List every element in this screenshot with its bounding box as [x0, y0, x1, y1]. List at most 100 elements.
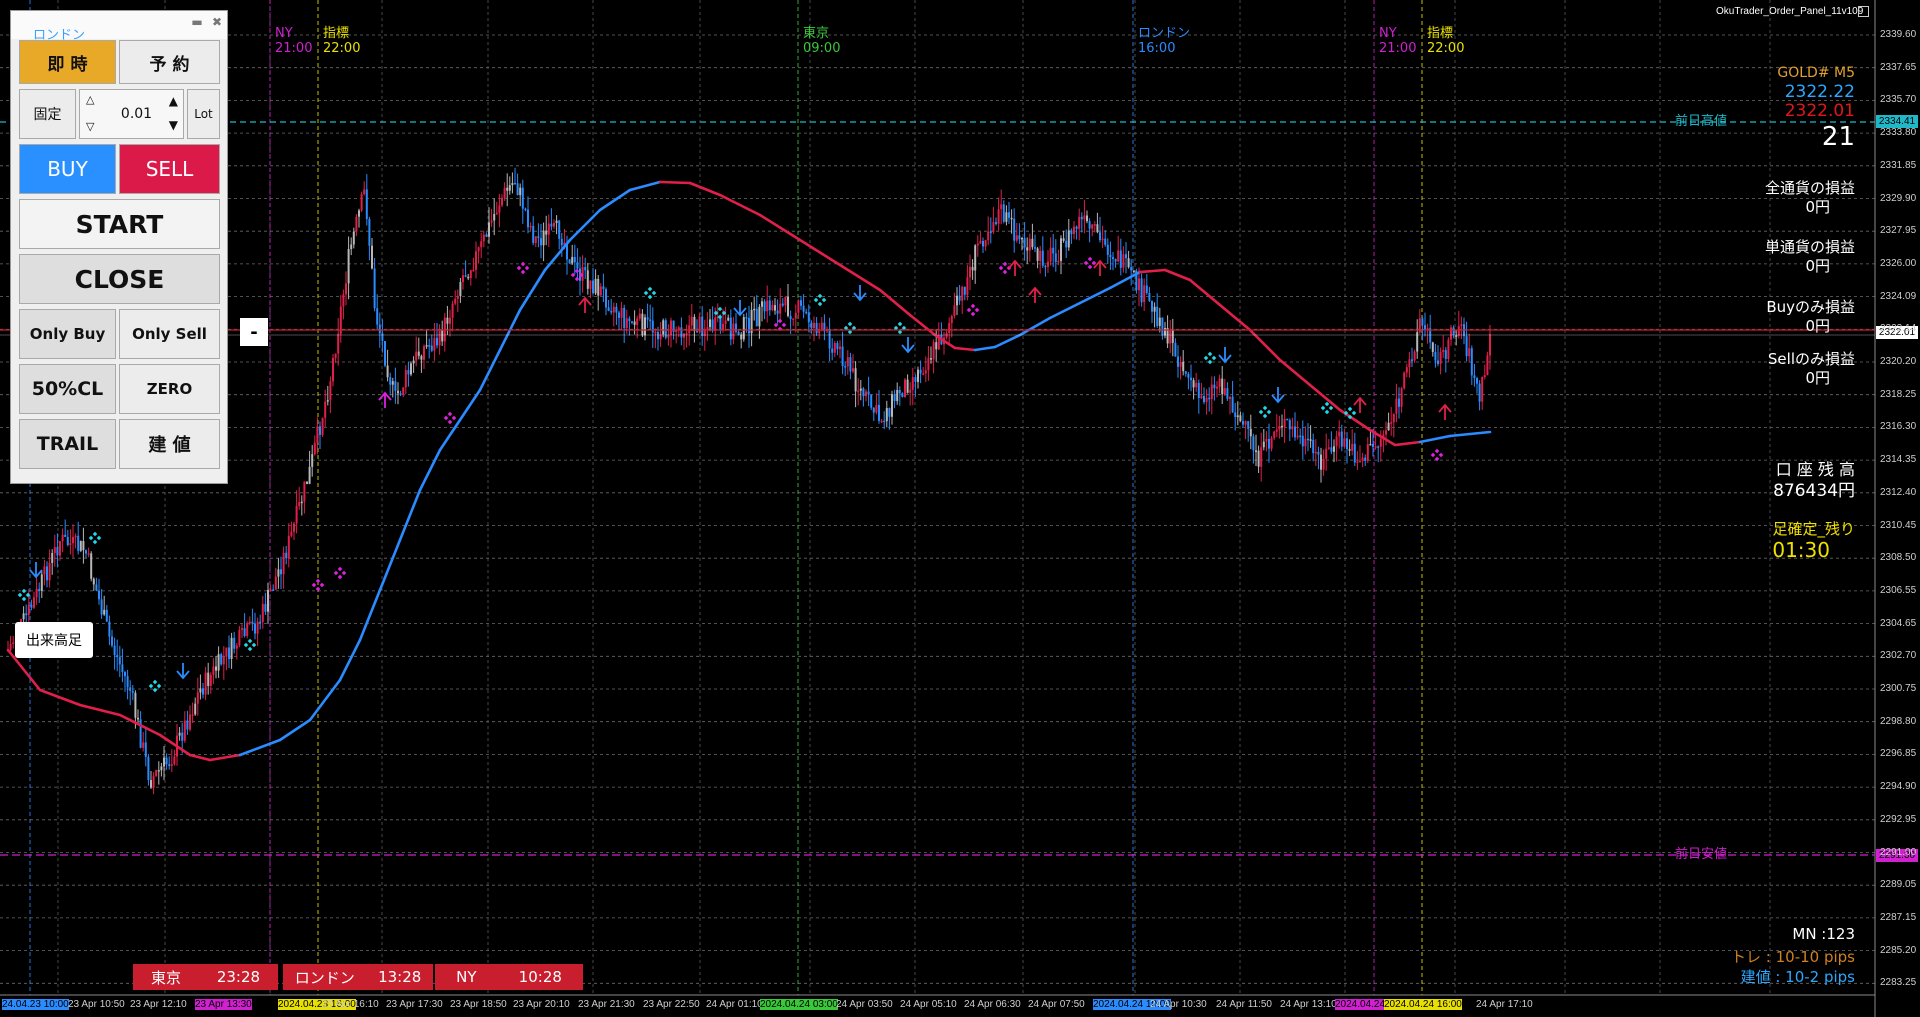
price-axis-label: 2304.65: [1880, 617, 1917, 629]
prev-day-high-label: 前日高値: [1675, 114, 1728, 129]
bid-price: 2322.22: [1784, 82, 1855, 102]
lot-button[interactable]: Lot: [187, 89, 220, 139]
only-buy-button[interactable]: Only Buy: [19, 309, 116, 359]
time-axis-label: 24 Apr 06:30: [964, 999, 1021, 1010]
lot-decrement-icon[interactable]: ▼: [169, 118, 178, 132]
session-label: NY 21:00: [1379, 26, 1417, 56]
lot-increment-icon[interactable]: ▲: [169, 94, 178, 108]
price-axis-label: 2316.30: [1880, 421, 1917, 433]
price-axis-label: 2285.20: [1880, 944, 1917, 956]
price-axis-label: 2308.50: [1880, 552, 1917, 564]
price-axis-label: 2331.85: [1880, 159, 1917, 171]
close-icon[interactable]: ✖: [209, 15, 225, 29]
price-chart[interactable]: [0, 0, 1920, 1017]
all-pl-value: 0円: [1805, 198, 1830, 216]
price-axis-label: 2287.15: [1880, 911, 1917, 923]
time-axis-label: 24 Apr 10:30: [1150, 999, 1207, 1010]
balance-value: 876434円: [1773, 481, 1855, 501]
time-axis-label: 24 Apr 17:10: [1476, 999, 1533, 1010]
breakeven-button[interactable]: 建 値: [119, 419, 220, 469]
price-axis-label: 2300.75: [1880, 683, 1917, 694]
price-axis-label: 2298.80: [1880, 715, 1917, 727]
price-axis-label: 2306.55: [1880, 584, 1917, 596]
price-axis-label: 2294.90: [1880, 781, 1917, 793]
time-axis-label: 23 Apr 18:50: [450, 999, 507, 1010]
session-label: 指標 22:00: [323, 26, 361, 56]
chart-window-icon[interactable]: [1858, 6, 1869, 17]
indicator-title: OkuTrader_Order_Panel_11v109: [1716, 6, 1864, 17]
reserve-order-button[interactable]: 予 約: [119, 40, 220, 84]
price-axis-label: 2339.60: [1880, 29, 1917, 40]
price-axis-label: 2327.95: [1880, 225, 1917, 237]
only-sell-button[interactable]: Only Sell: [119, 309, 220, 359]
sell-button[interactable]: SELL: [119, 144, 220, 194]
time-axis-label: 24 Apr 13:10: [1280, 999, 1337, 1010]
buy-button[interactable]: BUY: [19, 144, 116, 194]
price-axis-label: 2322.14: [1880, 323, 1917, 335]
price-axis-label: 2310.45: [1880, 519, 1917, 531]
session-label: ロンドン 16:00: [1138, 26, 1191, 56]
price-axis-label: 2296.85: [1880, 748, 1917, 760]
time-axis-label: 23 Apr 21:30: [578, 999, 635, 1010]
bar-remain-label: 足確定_残り: [1772, 520, 1855, 538]
single-pl-label: 単通貨の損益: [1764, 238, 1855, 256]
price-axis-label: 2335.70: [1880, 94, 1917, 106]
session-label: 東京 09:00: [803, 26, 841, 56]
time-axis-label: 23 Apr 13:30: [195, 999, 252, 1010]
buy-pl-label: Buyのみ損益: [1766, 298, 1855, 316]
zero-button[interactable]: ZERO: [119, 364, 220, 414]
session-clock: 東京 23:28: [133, 964, 278, 990]
trail-button[interactable]: TRAIL: [19, 419, 116, 469]
time-axis-label: 24 Apr 05:10: [900, 999, 957, 1010]
time-axis-label: 23 Apr 10:50: [68, 999, 125, 1010]
time-axis-label: 24 Apr 07:50: [1028, 999, 1085, 1010]
half-close-button[interactable]: 50%CL: [19, 364, 116, 414]
session-clock: NY 10:28: [435, 964, 583, 990]
price-axis-label: 2292.95: [1880, 813, 1917, 825]
price-axis-label: 2312.40: [1880, 486, 1917, 498]
time-axis-label: 23 Apr 16:10: [322, 999, 379, 1010]
time-axis-label: 24 Apr 11:50: [1216, 999, 1272, 1010]
price-axis-label: 2333.80: [1880, 127, 1917, 139]
instant-order-button[interactable]: 即 時: [19, 40, 116, 84]
start-button[interactable]: START: [19, 199, 220, 249]
panel-collapse-button[interactable]: -: [240, 318, 268, 346]
volume-bar-label: 出来高足: [15, 622, 93, 658]
lot-stepper[interactable]: △ ▽ 0.01 ▲ ▼: [79, 89, 184, 139]
price-axis-label: 2326.00: [1880, 257, 1917, 269]
time-axis-label: 23 Apr 12:10: [130, 999, 187, 1010]
breakeven-settings: 建値 : 10-2 pips: [1740, 968, 1855, 986]
session-label: NY 21:00: [275, 26, 313, 56]
symbol-label: GOLD# M5: [1777, 65, 1855, 81]
time-axis-label: 24 Apr 03:50: [836, 999, 893, 1010]
all-pl-label: 全通貨の損益: [1764, 179, 1855, 197]
time-axis-label: 2024.04.24 16:00: [1384, 999, 1462, 1010]
price-axis-label: 2318.25: [1880, 388, 1917, 400]
price-axis-label: 2283.25: [1880, 977, 1917, 989]
prev-high-price-tag: 2334.41: [1876, 115, 1918, 128]
buy-pl-value: 0円: [1805, 317, 1830, 335]
session-label: 指標 22:00: [1427, 26, 1465, 56]
sell-pl-value: 0円: [1805, 369, 1830, 387]
time-axis-label: 2024.04.24 03:00: [760, 999, 838, 1010]
magic-number: MN :123: [1792, 925, 1855, 943]
price-axis-label: 2289.05: [1880, 879, 1917, 891]
price-axis-label: 2302.70: [1880, 650, 1917, 662]
spread-value: 21: [1821, 122, 1855, 152]
price-axis-label: 2337.65: [1880, 61, 1917, 73]
prev-day-low-label: 前日安値: [1675, 847, 1728, 862]
time-axis-label: 24.04.23 10:00: [2, 999, 69, 1010]
fixed-lot-button[interactable]: 固定: [19, 89, 76, 139]
order-panel: ロンドン ▬ ✖ 即 時 予 約 固定 △ ▽ 0.01 ▲ ▼ Lot BUY…: [10, 10, 228, 484]
close-all-button[interactable]: CLOSE: [19, 254, 220, 304]
bar-remain-value: 01:30: [1772, 538, 1830, 562]
minimize-icon[interactable]: ▬: [189, 15, 205, 29]
lot-value: 0.01: [120, 106, 153, 122]
price-axis-label: 2320.20: [1880, 356, 1917, 367]
time-axis-label: 23 Apr 22:50: [643, 999, 700, 1010]
price-axis-label: 2314.35: [1880, 454, 1917, 466]
time-axis-label: 23 Apr 17:30: [386, 999, 443, 1010]
time-axis-label: 24 Apr 01:10: [706, 999, 763, 1010]
single-pl-value: 0円: [1805, 257, 1830, 275]
price-axis-label: 2291.00: [1880, 846, 1917, 858]
